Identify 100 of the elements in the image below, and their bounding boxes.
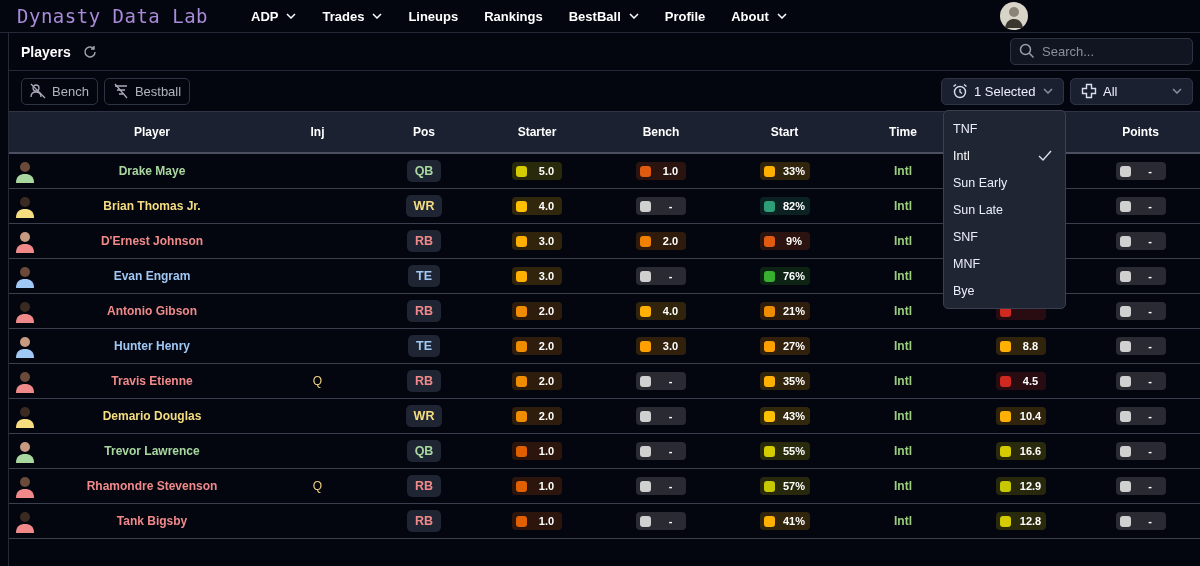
player-name[interactable]: Trevor Lawrence: [104, 444, 200, 458]
score-badge: -: [1115, 477, 1166, 495]
score-badge: 4.0: [512, 197, 562, 215]
score-badge: -: [1115, 407, 1166, 425]
column-header[interactable]: Starter: [517, 125, 557, 139]
player-avatar: [15, 404, 35, 428]
score-badge: 2.0: [512, 372, 562, 390]
score-badge: 1.0: [512, 442, 562, 460]
score-badge: 5.0: [512, 162, 562, 180]
filter-button[interactable]: Bestball: [103, 77, 191, 105]
site-logo[interactable]: Dynasty Data Lab: [17, 5, 238, 27]
game-time: Intl: [894, 409, 912, 423]
dropdown-option[interactable]: TNF: [944, 115, 1065, 142]
score-badge: 33%: [759, 162, 810, 180]
score-badge: 3.0: [512, 267, 562, 285]
score-badge: -: [636, 442, 686, 460]
position-tag: TE: [408, 265, 440, 287]
score-badge: -: [636, 407, 686, 425]
profile-avatar[interactable]: [999, 2, 1028, 30]
checkmark-icon: [1038, 149, 1052, 162]
person-off-icon: [30, 83, 46, 99]
score-badge: 35%: [759, 372, 810, 390]
dropdown-option[interactable]: Sun Early: [944, 169, 1065, 196]
game-time: Intl: [894, 304, 912, 318]
player-name[interactable]: Hunter Henry: [114, 339, 190, 353]
refresh-icon[interactable]: [82, 44, 97, 59]
position-select[interactable]: All: [1070, 77, 1193, 105]
time-select[interactable]: 1 Selected: [941, 77, 1064, 105]
game-time: Intl: [894, 514, 912, 528]
filter-button[interactable]: Bench: [21, 77, 98, 105]
score-badge: 10.4: [996, 407, 1046, 425]
position-tag: RB: [406, 370, 442, 392]
nav-item[interactable]: Profile: [651, 8, 719, 24]
score-badge: 16.6: [996, 442, 1046, 460]
game-time: Intl: [894, 444, 912, 458]
dropdown-option[interactable]: Sun Late: [944, 196, 1065, 223]
player-name[interactable]: Demario Douglas: [102, 409, 202, 423]
score-badge: 1.0: [512, 477, 562, 495]
score-badge: 55%: [759, 442, 810, 460]
game-time: Intl: [894, 234, 912, 248]
player-avatar: [15, 334, 35, 358]
player-avatar: [15, 194, 35, 218]
player-name[interactable]: Brian Thomas Jr.: [103, 199, 201, 213]
position-tag: WR: [405, 405, 443, 427]
score-badge: 2.0: [512, 337, 562, 355]
nav-item[interactable]: About: [718, 8, 800, 24]
score-badge: 8.8: [996, 337, 1046, 355]
search-field[interactable]: Search...: [1010, 38, 1193, 65]
search-icon: [1019, 43, 1035, 59]
game-time: Intl: [894, 164, 912, 178]
score-badge: -: [1115, 512, 1166, 530]
position-tag: QB: [406, 160, 442, 182]
nav-item[interactable]: Lineups: [395, 8, 472, 24]
player-name[interactable]: Rhamondre Stevenson: [86, 479, 218, 493]
player-name[interactable]: Drake Maye: [118, 164, 186, 178]
nav-item[interactable]: ADP: [238, 8, 310, 24]
score-badge: -: [636, 197, 686, 215]
position-tag: RB: [406, 230, 442, 252]
score-badge: 9%: [759, 232, 810, 250]
player-name[interactable]: Evan Engram: [113, 269, 191, 283]
score-badge: -: [1115, 267, 1166, 285]
player-name[interactable]: Travis Etienne: [111, 374, 193, 388]
score-badge: 27%: [759, 337, 810, 355]
player-avatar: [15, 264, 35, 288]
dropdown-option[interactable]: MNF: [944, 250, 1065, 277]
column-header[interactable]: Pos: [413, 125, 435, 139]
player-name[interactable]: Tank Bigsby: [116, 514, 188, 528]
player-name[interactable]: D'Ernest Johnson: [100, 234, 204, 248]
column-header[interactable]: Bench: [642, 125, 680, 139]
score-badge: 43%: [759, 407, 810, 425]
player-avatar: [15, 509, 35, 533]
dropdown-option[interactable]: SNF: [944, 223, 1065, 250]
score-badge: 41%: [759, 512, 810, 530]
position-tag: TE: [408, 335, 440, 357]
nav-item[interactable]: Rankings: [471, 8, 556, 24]
score-badge: 76%: [759, 267, 810, 285]
column-header[interactable]: Points: [1122, 125, 1159, 139]
nav-item[interactable]: BestBall: [555, 8, 652, 24]
position-tag: RB: [406, 300, 442, 322]
player-name[interactable]: Antonio Gibson: [107, 304, 197, 318]
column-header[interactable]: Inj: [310, 125, 325, 139]
score-badge: -: [1115, 162, 1166, 180]
game-time: Intl: [894, 199, 912, 213]
chevron-down-icon: [1043, 88, 1053, 94]
score-badge: 2.0: [636, 232, 686, 250]
column-header[interactable]: Player: [134, 125, 170, 139]
player-avatar: [15, 439, 35, 463]
score-badge: 12.8: [996, 512, 1046, 530]
score-badge: -: [1115, 337, 1166, 355]
dropdown-option[interactable]: Bye: [944, 277, 1065, 304]
score-badge: 3.0: [512, 232, 562, 250]
nav-item[interactable]: Trades: [309, 8, 396, 24]
column-header[interactable]: Time: [889, 125, 917, 139]
game-time: Intl: [894, 339, 912, 353]
column-header[interactable]: Start: [770, 125, 799, 139]
score-badge: 4.5: [996, 372, 1046, 390]
position-tag: WR: [405, 195, 443, 217]
score-badge: 2.0: [512, 407, 562, 425]
score-badge: 4.0: [636, 302, 686, 320]
dropdown-option[interactable]: Intl: [944, 142, 1065, 169]
